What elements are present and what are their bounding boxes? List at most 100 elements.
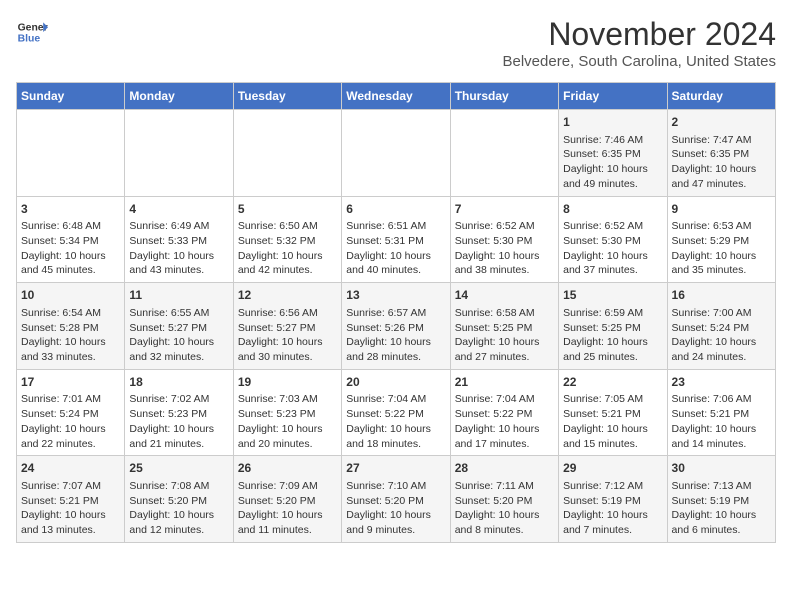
day-info-line: Sunset: 5:24 PM [672, 321, 771, 336]
calendar-cell: 30Sunrise: 7:13 AMSunset: 5:19 PMDayligh… [667, 456, 775, 543]
day-info-line: Sunrise: 7:47 AM [672, 133, 771, 148]
logo: General Blue [16, 16, 48, 48]
day-info-line: Sunset: 5:24 PM [21, 407, 120, 422]
day-info-line: and 28 minutes. [346, 350, 445, 365]
day-info-line: and 21 minutes. [129, 437, 228, 452]
day-info-line: Sunset: 5:25 PM [563, 321, 662, 336]
day-info-line: and 40 minutes. [346, 263, 445, 278]
day-info-line: Sunrise: 7:46 AM [563, 133, 662, 148]
day-info-line: Sunset: 5:29 PM [672, 234, 771, 249]
day-info-line: Daylight: 10 hours [455, 335, 554, 350]
day-info-line: Daylight: 10 hours [21, 508, 120, 523]
calendar-cell: 18Sunrise: 7:02 AMSunset: 5:23 PMDayligh… [125, 369, 233, 456]
calendar-cell: 29Sunrise: 7:12 AMSunset: 5:19 PMDayligh… [559, 456, 667, 543]
day-info-line: Sunset: 6:35 PM [672, 147, 771, 162]
calendar-week-4: 17Sunrise: 7:01 AMSunset: 5:24 PMDayligh… [17, 369, 776, 456]
day-info-line: Sunrise: 7:05 AM [563, 392, 662, 407]
day-info-line: Daylight: 10 hours [672, 249, 771, 264]
month-title: November 2024 [503, 16, 777, 53]
day-number: 2 [672, 114, 771, 131]
day-number: 18 [129, 374, 228, 391]
day-info-line: Daylight: 10 hours [21, 422, 120, 437]
day-info-line: Daylight: 10 hours [563, 335, 662, 350]
day-info-line: Sunset: 5:23 PM [238, 407, 337, 422]
calendar-cell: 19Sunrise: 7:03 AMSunset: 5:23 PMDayligh… [233, 369, 341, 456]
day-info-line: Sunrise: 6:51 AM [346, 219, 445, 234]
day-info-line: Sunrise: 7:01 AM [21, 392, 120, 407]
day-info-line: Daylight: 10 hours [346, 249, 445, 264]
day-info-line: Sunrise: 6:59 AM [563, 306, 662, 321]
day-info-line: Sunrise: 7:06 AM [672, 392, 771, 407]
day-info-line: and 15 minutes. [563, 437, 662, 452]
calendar-cell: 16Sunrise: 7:00 AMSunset: 5:24 PMDayligh… [667, 283, 775, 370]
day-number: 28 [455, 460, 554, 477]
day-info-line: Sunset: 5:28 PM [21, 321, 120, 336]
day-number: 15 [563, 287, 662, 304]
day-info-line: Sunset: 5:21 PM [672, 407, 771, 422]
day-info-line: and 32 minutes. [129, 350, 228, 365]
day-info-line: Daylight: 10 hours [672, 162, 771, 177]
day-info-line: and 22 minutes. [21, 437, 120, 452]
day-info-line: Sunrise: 6:56 AM [238, 306, 337, 321]
day-info-line: and 13 minutes. [21, 523, 120, 538]
day-info-line: Sunrise: 6:54 AM [21, 306, 120, 321]
svg-text:Blue: Blue [18, 34, 41, 45]
calendar-cell: 27Sunrise: 7:10 AMSunset: 5:20 PMDayligh… [342, 456, 450, 543]
calendar-cell: 11Sunrise: 6:55 AMSunset: 5:27 PMDayligh… [125, 283, 233, 370]
day-info-line: Sunrise: 7:12 AM [563, 479, 662, 494]
day-info-line: Daylight: 10 hours [238, 422, 337, 437]
day-info-line: Daylight: 10 hours [129, 249, 228, 264]
day-info-line: Daylight: 10 hours [238, 508, 337, 523]
day-info-line: Daylight: 10 hours [238, 335, 337, 350]
calendar-cell: 2 Sunrise: 7:47 AMSunset: 6:35 PMDaylight… [667, 110, 775, 197]
calendar-cell [17, 110, 125, 197]
day-info-line: Sunset: 5:23 PM [129, 407, 228, 422]
day-info-line: Sunrise: 7:09 AM [238, 479, 337, 494]
calendar-cell: 15 Sunrise: 6:59 AMSunset: 5:25 PMDayligh… [559, 283, 667, 370]
day-info-line: and 7 minutes. [563, 523, 662, 538]
day-info-line: Daylight: 10 hours [129, 335, 228, 350]
calendar-cell: 3Sunrise: 6:48 AMSunset: 5:34 PMDaylight… [17, 196, 125, 283]
calendar-cell: 17Sunrise: 7:01 AMSunset: 5:24 PMDayligh… [17, 369, 125, 456]
day-info-line: Daylight: 10 hours [455, 422, 554, 437]
day-info-line: Sunset: 5:32 PM [238, 234, 337, 249]
calendar-cell: 10Sunrise: 6:54 AMSunset: 5:28 PMDayligh… [17, 283, 125, 370]
day-number: 19 [238, 374, 337, 391]
day-info-line: and 6 minutes. [672, 523, 771, 538]
day-info-line: Sunrise: 6:55 AM [129, 306, 228, 321]
calendar-cell: 26Sunrise: 7:09 AMSunset: 5:20 PMDayligh… [233, 456, 341, 543]
day-info-line: and 18 minutes. [346, 437, 445, 452]
day-number: 3 [21, 201, 120, 218]
day-info-line: Sunset: 5:22 PM [455, 407, 554, 422]
day-info-line: Sunrise: 6:53 AM [672, 219, 771, 234]
title-block: November 2024 Belvedere, South Carolina,… [503, 16, 777, 70]
weekday-header-wednesday: Wednesday [342, 83, 450, 110]
day-info-line: Sunrise: 7:10 AM [346, 479, 445, 494]
day-info-line: and 24 minutes. [672, 350, 771, 365]
calendar-week-2: 3Sunrise: 6:48 AMSunset: 5:34 PMDaylight… [17, 196, 776, 283]
day-info-line: Sunrise: 7:04 AM [455, 392, 554, 407]
day-info-line: and 47 minutes. [672, 177, 771, 192]
day-info-line: Sunset: 5:20 PM [129, 494, 228, 509]
day-number: 4 [129, 201, 228, 218]
weekday-header-friday: Friday [559, 83, 667, 110]
weekday-header-monday: Monday [125, 83, 233, 110]
day-info-line: and 49 minutes. [563, 177, 662, 192]
day-info-line: Sunset: 5:30 PM [455, 234, 554, 249]
day-info-line: Sunset: 5:30 PM [563, 234, 662, 249]
day-info-line: Daylight: 10 hours [672, 335, 771, 350]
weekday-header-sunday: Sunday [17, 83, 125, 110]
day-info-line: Sunset: 5:21 PM [563, 407, 662, 422]
calendar-week-3: 10Sunrise: 6:54 AMSunset: 5:28 PMDayligh… [17, 283, 776, 370]
day-info-line: Sunset: 5:27 PM [238, 321, 337, 336]
day-info-line: Sunrise: 7:08 AM [129, 479, 228, 494]
day-info-line: Sunset: 5:33 PM [129, 234, 228, 249]
day-info-line: Sunset: 5:27 PM [129, 321, 228, 336]
day-info-line: Sunrise: 7:11 AM [455, 479, 554, 494]
day-number: 22 [563, 374, 662, 391]
day-info-line: Daylight: 10 hours [346, 508, 445, 523]
day-info-line: and 33 minutes. [21, 350, 120, 365]
day-info-line: Daylight: 10 hours [129, 508, 228, 523]
day-info-line: and 9 minutes. [346, 523, 445, 538]
day-info-line: and 12 minutes. [129, 523, 228, 538]
